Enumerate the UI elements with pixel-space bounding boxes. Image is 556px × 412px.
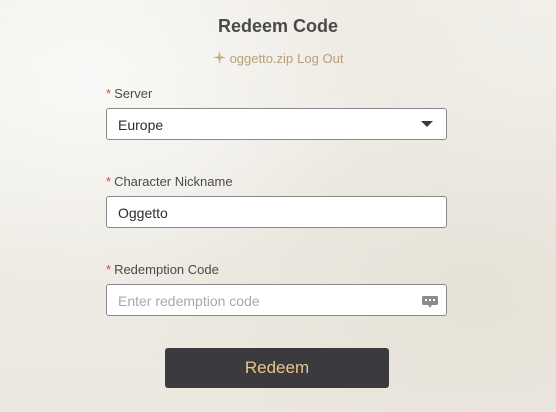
redeem-panel: Redeem Code oggetto.zip Log Out * Server E…: [0, 0, 556, 412]
logout-link[interactable]: Log Out: [297, 51, 343, 66]
username: oggetto.zip: [229, 51, 294, 66]
keyboard-icon[interactable]: [422, 295, 438, 308]
sparkle-star-icon: [212, 51, 226, 67]
redemption-code-placeholder: Enter redemption code: [118, 293, 260, 309]
page-title: Redeem Code: [217, 16, 339, 36]
code-label-text: Redemption Code: [114, 262, 219, 277]
server-select-value: Europe: [118, 117, 164, 133]
nickname-input-value: Oggetto: [118, 205, 168, 221]
required-marker: *: [106, 174, 112, 189]
required-marker: *: [106, 262, 112, 277]
user-info-row: oggetto.zip Log Out: [0, 51, 556, 67]
nickname-input[interactable]: Oggetto: [106, 196, 447, 228]
redemption-code-input[interactable]: Enter redemption code: [106, 284, 447, 316]
redeem-button[interactable]: Redeem: [165, 348, 389, 388]
required-marker: *: [106, 86, 112, 101]
chevron-down-icon: [421, 121, 433, 127]
server-select[interactable]: Europe: [106, 108, 447, 140]
code-label: * Redemption Code: [106, 262, 219, 277]
server-label: * Server: [106, 86, 152, 101]
nickname-label: * Character Nickname: [106, 174, 233, 189]
server-label-text: Server: [114, 86, 153, 101]
nickname-label-text: Character Nickname: [114, 174, 233, 189]
